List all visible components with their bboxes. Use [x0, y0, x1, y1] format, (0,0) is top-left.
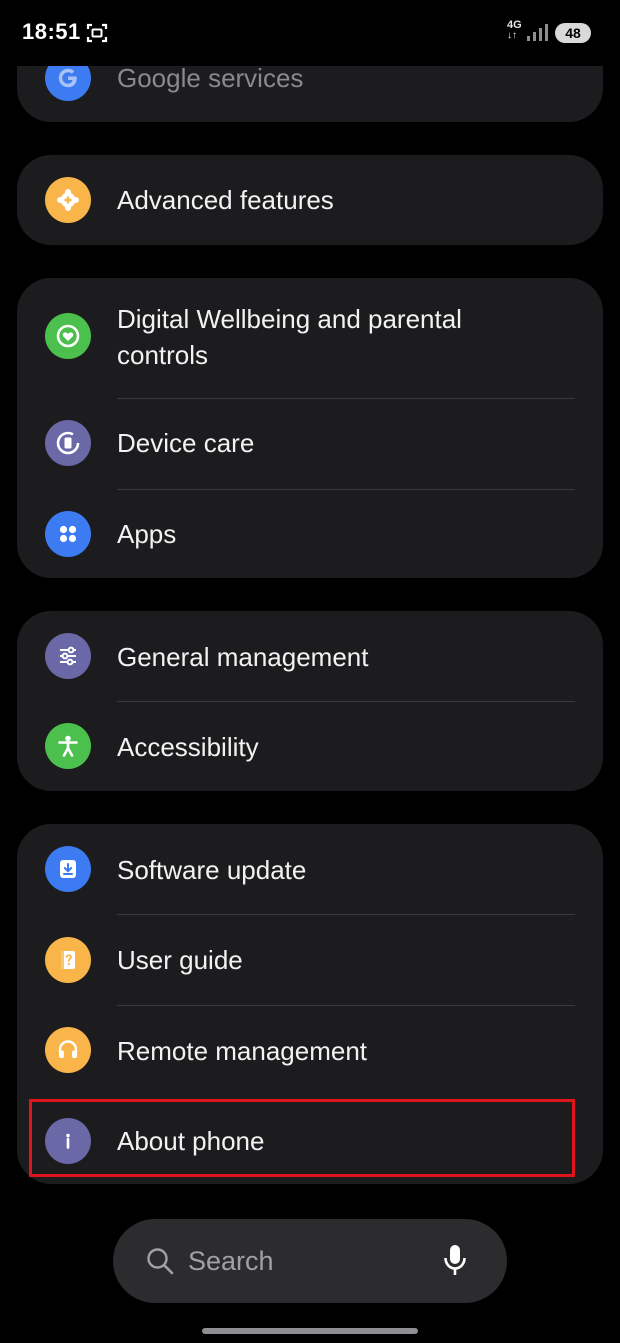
download-icon	[45, 846, 91, 892]
card-wellbeing-group: Digital Wellbeing and parental controls …	[17, 278, 603, 578]
network-arrows: ↓↑	[507, 30, 517, 41]
screenshot-icon	[86, 23, 108, 43]
menu-item-user-guide[interactable]: User guide	[17, 915, 603, 1005]
menu-label-apps: Apps	[117, 519, 177, 549]
menu-item-digital-wellbeing[interactable]: Digital Wellbeing and parental controls	[17, 278, 603, 398]
menu-label-digital-wellbeing-2: controls	[117, 340, 209, 370]
network-indicator: 4G ↓↑	[507, 20, 522, 41]
menu-label-digital-wellbeing-1: Digital Wellbeing and parental	[117, 304, 462, 334]
card-management-group: General management Accessibility	[17, 611, 603, 791]
menu-item-device-care[interactable]: Device care	[17, 399, 603, 489]
menu-item-accessibility[interactable]: Accessibility	[17, 702, 603, 791]
device-care-icon	[45, 420, 91, 466]
signal-icon	[527, 24, 548, 41]
heart-ring-icon	[45, 313, 91, 359]
menu-item-apps[interactable]: Apps	[17, 490, 603, 578]
card-support-group: Software update User guide Remote manage…	[17, 824, 603, 1184]
search-bar[interactable]: Search	[113, 1219, 507, 1303]
gear-plus-icon	[45, 177, 91, 223]
info-icon	[45, 1118, 91, 1164]
home-indicator[interactable]	[202, 1328, 418, 1334]
sliders-icon	[45, 633, 91, 679]
search-icon	[147, 1248, 174, 1275]
menu-label-software-update: Software update	[117, 855, 307, 885]
menu-label-about-phone: About phone	[117, 1126, 265, 1156]
headset-icon	[45, 1027, 91, 1073]
menu-item-software-update[interactable]: Software update	[17, 824, 603, 914]
person-icon	[45, 723, 91, 769]
menu-item-about-phone[interactable]: About phone	[17, 1096, 603, 1184]
menu-label-device-care: Device care	[117, 428, 255, 458]
menu-item-remote-management[interactable]: Remote management	[17, 1006, 603, 1096]
menu-label-accessibility: Accessibility	[117, 732, 259, 762]
question-book-icon	[45, 937, 91, 983]
status-time: 18:51	[22, 19, 81, 44]
menu-item-advanced-features[interactable]: Advanced features	[17, 155, 603, 245]
menu-label-remote-management: Remote management	[117, 1036, 368, 1066]
menu-label-general-management: General management	[117, 642, 369, 672]
card-advanced: Advanced features	[17, 155, 603, 245]
four-dots-icon	[45, 511, 91, 557]
menu-label-advanced-features: Advanced features	[117, 185, 334, 215]
mic-icon[interactable]	[442, 1243, 468, 1279]
menu-label-user-guide: User guide	[117, 945, 243, 975]
battery-indicator: 48	[555, 23, 591, 43]
menu-item-general-management[interactable]: General management	[17, 611, 603, 701]
status-bar: 18:51 4G ↓↑ 48	[0, 0, 620, 66]
search-label: Search	[188, 1246, 274, 1276]
